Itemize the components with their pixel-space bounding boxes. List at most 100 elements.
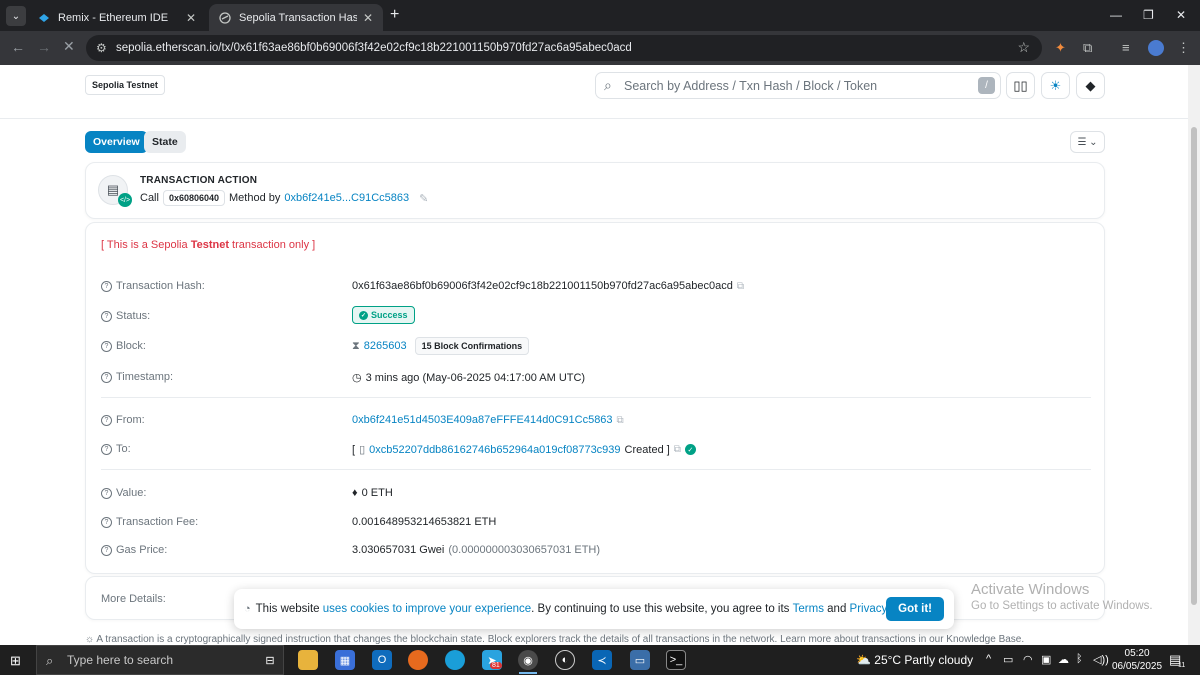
minimize-icon[interactable]: — xyxy=(1110,8,1122,22)
cookie-text: and xyxy=(827,603,847,615)
help-icon[interactable]: ? xyxy=(101,443,112,455)
tray-chevron-icon[interactable]: ^ xyxy=(986,653,991,665)
task-view-icon[interactable]: ⊟ xyxy=(260,650,280,670)
help-icon[interactable]: ? xyxy=(101,516,112,528)
label-text: Value: xyxy=(116,487,147,499)
scrollbar-thumb[interactable] xyxy=(1191,127,1197,605)
back-icon[interactable]: ← xyxy=(11,39,25,55)
extensions-icon[interactable]: ⧉ xyxy=(1083,40,1092,56)
more-details-label: More Details: xyxy=(101,593,166,605)
value-text: 0 ETH xyxy=(361,487,393,499)
weather-widget[interactable]: ⛅ 25°C Partly cloudy xyxy=(856,653,973,667)
battery-icon[interactable]: ▭ xyxy=(1003,653,1013,666)
meet-now-icon[interactable]: ▣ xyxy=(1041,653,1051,666)
theme-sun-icon[interactable]: ☀ xyxy=(1041,72,1070,99)
edge-icon[interactable] xyxy=(445,650,465,670)
cookie-accept-button[interactable]: Got it! xyxy=(886,597,944,621)
label-text: Transaction Fee: xyxy=(116,516,199,528)
outlook-icon[interactable]: O xyxy=(372,650,392,670)
bookmark-star-icon[interactable]: ☆ xyxy=(1017,39,1030,56)
edit-pencil-icon[interactable]: ✎ xyxy=(419,192,428,205)
action-call-label: Call xyxy=(140,192,159,204)
ethereum-network-icon[interactable]: ◆ xyxy=(1076,72,1105,99)
windows-start-icon[interactable]: ⊞ xyxy=(10,653,21,669)
close-tab-icon[interactable]: ✕ xyxy=(186,11,196,25)
tab-overview[interactable]: Overview xyxy=(85,131,148,153)
to-label: ? To: xyxy=(101,443,131,455)
cookie-policy-link[interactable]: uses cookies to improve your experience xyxy=(323,603,531,615)
search-input[interactable]: ⌕ Search by Address / Txn Hash / Block /… xyxy=(595,72,1001,99)
copy-icon[interactable]: ⧉ xyxy=(674,444,681,455)
help-icon[interactable]: ? xyxy=(101,487,112,499)
block-link[interactable]: 8265603 xyxy=(364,340,407,352)
remote-desktop-icon[interactable]: ▭ xyxy=(630,650,650,670)
browser-menu-icon[interactable]: ⋮ xyxy=(1177,40,1190,56)
warning-bold: Testnet xyxy=(190,239,229,251)
file-explorer-icon[interactable] xyxy=(298,650,318,670)
copy-icon[interactable]: ⧉ xyxy=(617,415,624,426)
bluetooth-icon[interactable]: ᛒ xyxy=(1076,653,1083,665)
help-icon[interactable]: ? xyxy=(101,310,112,322)
page-scrollbar[interactable] xyxy=(1188,65,1200,645)
firefox-icon[interactable] xyxy=(408,650,428,670)
forward-icon[interactable]: → xyxy=(37,39,51,55)
weather-cloud-icon: ⛅ xyxy=(856,653,875,667)
microsoft-store-icon[interactable]: ▦ xyxy=(335,650,355,670)
close-tab-icon[interactable]: ✕ xyxy=(363,11,373,25)
chrome-icon[interactable]: ◉ xyxy=(518,650,538,670)
status-label: ? Status: xyxy=(101,310,150,322)
terms-link[interactable]: Terms xyxy=(793,603,824,615)
reading-list-icon[interactable]: ≡ xyxy=(1122,40,1130,55)
taskbar-search-placeholder: Type here to search xyxy=(67,653,174,667)
method-code-badge: 0x60806040 xyxy=(162,190,226,206)
vscode-icon[interactable]: ≺ xyxy=(592,650,612,670)
fee-value: 0.001648953214653821 ETH xyxy=(352,516,496,528)
to-open-bracket: [ xyxy=(352,443,356,456)
label-text: Transaction Hash: xyxy=(116,280,205,292)
terminal-icon[interactable]: >_ xyxy=(666,650,686,670)
copy-icon[interactable]: ⧉ xyxy=(737,281,744,292)
url-bar[interactable]: ⚙ sepolia.etherscan.io/tx/0x61f63ae86bf0… xyxy=(86,35,1042,61)
from-address-link[interactable]: 0xb6f241e51d4503E409a87eFFFE414d0C91Cc58… xyxy=(352,414,613,426)
transaction-details-card: [ This is a Sepolia Testnet transaction … xyxy=(85,222,1105,574)
check-icon: ✓ xyxy=(359,310,368,320)
timestamp-label: ? Timestamp: xyxy=(101,371,173,383)
action-address-link[interactable]: 0xb6f241e5...C91Cc5863 xyxy=(284,192,409,204)
view-options-button[interactable]: ☰ ⌄ xyxy=(1070,131,1105,153)
help-icon[interactable]: ? xyxy=(101,340,112,352)
book-icon[interactable]: ▯▯ xyxy=(1006,72,1035,99)
restore-icon[interactable]: ❐ xyxy=(1143,8,1154,22)
tab-state[interactable]: State xyxy=(144,131,186,153)
value-label: ? Value: xyxy=(101,487,146,499)
app-icon[interactable]: ◐ xyxy=(555,650,575,670)
search-placeholder: Search by Address / Txn Hash / Block / T… xyxy=(624,78,878,93)
method-by-label: Method by xyxy=(229,192,281,204)
new-tab-icon[interactable]: + xyxy=(390,6,399,24)
volume-icon[interactable]: ◁)) xyxy=(1093,653,1109,666)
metamask-extension-icon[interactable]: ✦ xyxy=(1055,40,1066,56)
close-window-icon[interactable]: ✕ xyxy=(1176,8,1186,22)
tab-search-button[interactable]: ⌄ xyxy=(6,6,26,26)
code-badge-icon: </> xyxy=(118,193,132,207)
help-icon[interactable]: ? xyxy=(101,280,112,292)
divider xyxy=(101,469,1091,470)
stop-loading-icon[interactable]: ✕ xyxy=(63,38,75,55)
taskbar-search-input[interactable]: ⌕ Type here to search xyxy=(36,645,284,675)
lightbulb-icon: ☼ xyxy=(85,634,97,645)
help-icon[interactable]: ? xyxy=(101,414,112,426)
browser-tab-etherscan[interactable]: Sepolia Transaction Hash: 0x61f... ✕ xyxy=(209,4,383,31)
wifi-icon[interactable]: ◠ xyxy=(1023,653,1033,666)
clock-time: 05:20 xyxy=(1124,648,1150,659)
divider xyxy=(101,397,1091,398)
onedrive-icon[interactable]: ☁ xyxy=(1058,653,1069,666)
site-info-icon[interactable]: ⚙ xyxy=(96,41,107,55)
help-icon[interactable]: ? xyxy=(101,371,112,383)
to-value: [▯ 0xcb52207ddb86162746b652964a019cf08773… xyxy=(352,443,696,456)
url-text: sepolia.etherscan.io/tx/0x61f63ae86bf0b6… xyxy=(116,42,632,54)
profile-avatar-icon[interactable] xyxy=(1148,40,1164,56)
system-clock[interactable]: 05:20 06/05/2025 xyxy=(1112,647,1162,673)
to-address-link[interactable]: 0xcb52207ddb86162746b652964a019cf08773c9… xyxy=(369,444,620,456)
browser-tab-remix[interactable]: Remix - Ethereum IDE ✕ xyxy=(28,4,206,31)
help-icon[interactable]: ? xyxy=(101,544,112,556)
network-badge[interactable]: Sepolia Testnet xyxy=(85,75,165,95)
